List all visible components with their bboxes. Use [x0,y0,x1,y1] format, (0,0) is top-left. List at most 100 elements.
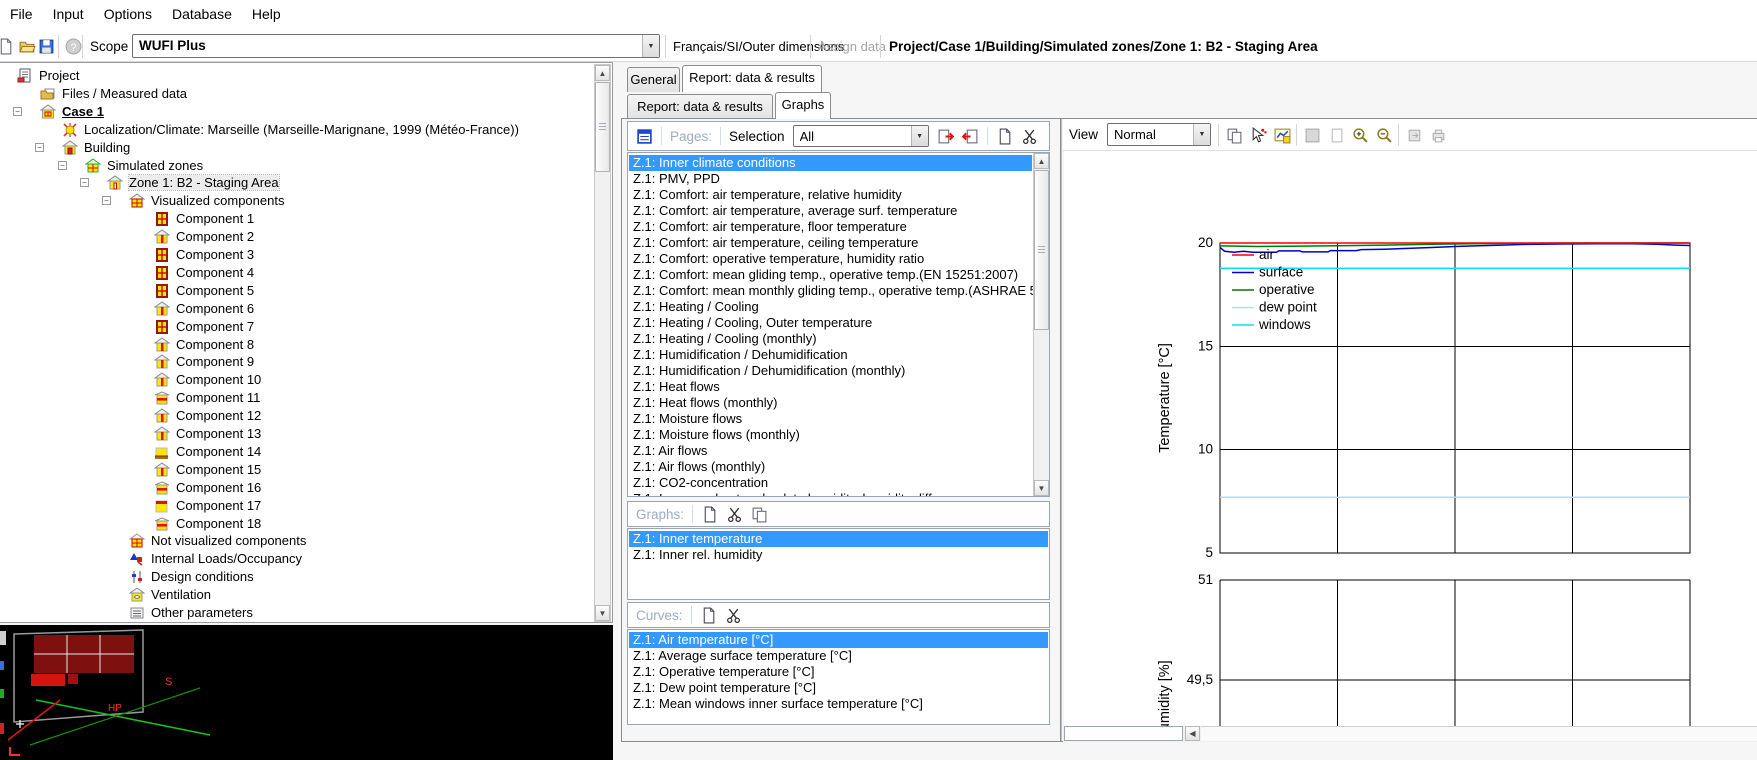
tree-item-building[interactable]: −Building [0,139,592,157]
pages-list-item[interactable]: Z.1: Comfort: air temperature, relative … [629,187,1032,203]
new-page-icon[interactable] [701,506,718,523]
tree-item-component-5[interactable]: Component 5 [0,282,592,300]
scroll-down-icon[interactable]: ▼ [1034,480,1049,496]
help-button[interactable]: ? [62,35,84,57]
tree-item-component-16[interactable]: Component 16 [0,479,592,497]
remove-page-icon[interactable] [962,128,979,145]
cut-icon[interactable] [1021,128,1038,145]
tree-collapse-icon[interactable]: − [80,178,89,187]
pages-grid-icon[interactable] [636,128,653,145]
pages-list-item[interactable]: Z.1: Heating / Cooling (monthly) [629,331,1032,347]
curves-list-item[interactable]: Z.1: Mean windows inner surface temperat… [629,696,1048,712]
graphs-list-item[interactable]: Z.1: Inner rel. humidity [629,547,1048,563]
selection-combobox[interactable]: All ▼ [793,125,929,147]
tree-item-component-7[interactable]: Component 7 [0,318,592,336]
scope-combobox[interactable]: WUFI Plus ▼ [132,34,660,58]
copy-icon[interactable] [751,506,768,523]
tree-item-component-18[interactable]: Component 18 [0,515,592,533]
chart-settings-button[interactable] [1271,124,1293,146]
pages-list-item[interactable]: Z.1: PMV, PPD [629,171,1032,187]
pages-list-item[interactable]: Z.1: Comfort: mean monthly gliding temp.… [629,283,1032,299]
pages-list-item[interactable]: Z.1: Air flows [629,443,1032,459]
menu-input[interactable]: Input [43,0,94,27]
tree-item-component-17[interactable]: Component 17 [0,497,592,515]
curves-list-item[interactable]: Z.1: Air temperature [°C] [629,632,1048,648]
new-project-button[interactable] [0,35,16,57]
menu-database[interactable]: Database [162,0,242,27]
cut-icon[interactable] [725,607,742,624]
tree-scrollbar[interactable]: ▲ ▼ [594,64,611,622]
pages-scrollbar[interactable]: ▲ ▼ [1033,153,1049,496]
curves-list-item[interactable]: Z.1: Dew point temperature [°C] [629,680,1048,696]
new-page-icon[interactable] [700,607,717,624]
assign-pointer-button[interactable] [1247,124,1269,146]
tree-item-internal-loads-occupancy[interactable]: Internal Loads/Occupancy [0,550,592,568]
zoom-out-button[interactable] [1373,124,1395,146]
tree-collapse-icon[interactable]: − [102,196,111,205]
tree-item-other-parameters[interactable]: Other parameters [0,604,592,622]
copy-chart-button[interactable] [1223,124,1245,146]
hscrollbar-thumb[interactable] [1064,726,1183,741]
tab-report-data-results[interactable]: Report: data & results [682,65,822,92]
pages-list-item[interactable]: Z.1: Comfort: air temperature, ceiling t… [629,235,1032,251]
tree-collapse-icon[interactable]: − [13,107,22,116]
tree-item-component-9[interactable]: Component 9 [0,353,592,371]
pages-list-item[interactable]: Z.1: Heat flows [629,379,1032,395]
tree-item-files-measured-data[interactable]: Files / Measured data [0,85,592,103]
tree-item-case-1[interactable]: −Case 1 [0,103,592,121]
pages-list-item[interactable]: Z.1: Inner- and outer absolute humidity,… [629,491,1032,497]
tree-item-component-1[interactable]: Component 1 [0,210,592,228]
tree-item-zone-1-b2-staging-area[interactable]: −Zone 1: B2 - Staging Area [0,174,592,192]
tab-graphs[interactable]: Graphs [775,92,831,119]
chevron-down-icon[interactable]: ▼ [911,126,928,146]
tree-collapse-icon[interactable]: − [35,143,44,152]
pages-list-item[interactable]: Z.1: Moisture flows [629,411,1032,427]
tree-item-component-6[interactable]: Component 6 [0,300,592,318]
menu-file[interactable]: File [0,0,43,27]
tree-item-component-4[interactable]: Component 4 [0,264,592,282]
pages-list-item[interactable]: Z.1: Humidification / Dehumidification (… [629,363,1032,379]
add-page-icon[interactable] [937,128,954,145]
pages-list-item[interactable]: Z.1: Moisture flows (monthly) [629,427,1032,443]
curves-list-item[interactable]: Z.1: Average surface temperature [°C] [629,648,1048,664]
tree-item-component-12[interactable]: Component 12 [0,407,592,425]
menu-options[interactable]: Options [94,0,162,27]
tree-item-component-10[interactable]: Component 10 [0,371,592,389]
pages-list-item[interactable]: Z.1: Heating / Cooling [629,299,1032,315]
tree-item-component-2[interactable]: Component 2 [0,228,592,246]
pages-list-item[interactable]: Z.1: Comfort: mean gliding temp., operat… [629,267,1032,283]
menu-help[interactable]: Help [242,0,291,27]
new-page-icon[interactable] [996,128,1013,145]
view-mode-combobox[interactable]: Normal ▼ [1107,123,1211,146]
pages-list-item[interactable]: Z.1: Comfort: operative temperature, hum… [629,251,1032,267]
save-button[interactable] [35,35,57,57]
pages-list-item[interactable]: Z.1: Heat flows (monthly) [629,395,1032,411]
tab-general[interactable]: General [627,67,680,92]
tree-item-simulated-zones[interactable]: −Simulated zones [0,157,592,175]
zoom-in-button[interactable] [1349,124,1371,146]
tree-collapse-icon[interactable]: − [58,161,67,170]
tab-report-data-results-inner[interactable]: Report: data & results [627,94,773,119]
pages-scrollbar-thumb[interactable] [1034,170,1049,330]
tree-item-component-13[interactable]: Component 13 [0,425,592,443]
pages-list-item[interactable]: Z.1: Comfort: air temperature, average s… [629,203,1032,219]
tree-item-visualized-components[interactable]: −Visualized components [0,192,592,210]
scroll-up-icon[interactable]: ▲ [595,65,610,81]
pages-list-item[interactable]: Z.1: Air flows (monthly) [629,459,1032,475]
viewport-3d[interactable]: S HP [0,625,613,760]
tree-item-component-11[interactable]: Component 11 [0,389,592,407]
tree-scrollbar-thumb[interactable] [595,82,610,172]
tree-item-ventilation[interactable]: Ventilation [0,586,592,604]
pages-list-item[interactable]: Z.1: Humidification / Dehumidification [629,347,1032,363]
pages-list-item[interactable]: Z.1: Inner climate conditions [629,155,1032,171]
chevron-down-icon[interactable]: ▼ [1193,124,1210,145]
tree-item-design-conditions[interactable]: Design conditions [0,568,592,586]
graphs-list-item[interactable]: Z.1: Inner temperature [629,531,1048,547]
curves-list-item[interactable]: Z.1: Operative temperature [°C] [629,664,1048,680]
tree-item-component-15[interactable]: Component 15 [0,461,592,479]
tree-item-not-visualized-components[interactable]: Not visualized components [0,532,592,550]
pages-list-item[interactable]: Z.1: CO2-concentration [629,475,1032,491]
tree-item-component-8[interactable]: Component 8 [0,336,592,354]
scroll-up-icon[interactable]: ▲ [1034,153,1049,169]
scroll-down-icon[interactable]: ▼ [595,605,610,621]
